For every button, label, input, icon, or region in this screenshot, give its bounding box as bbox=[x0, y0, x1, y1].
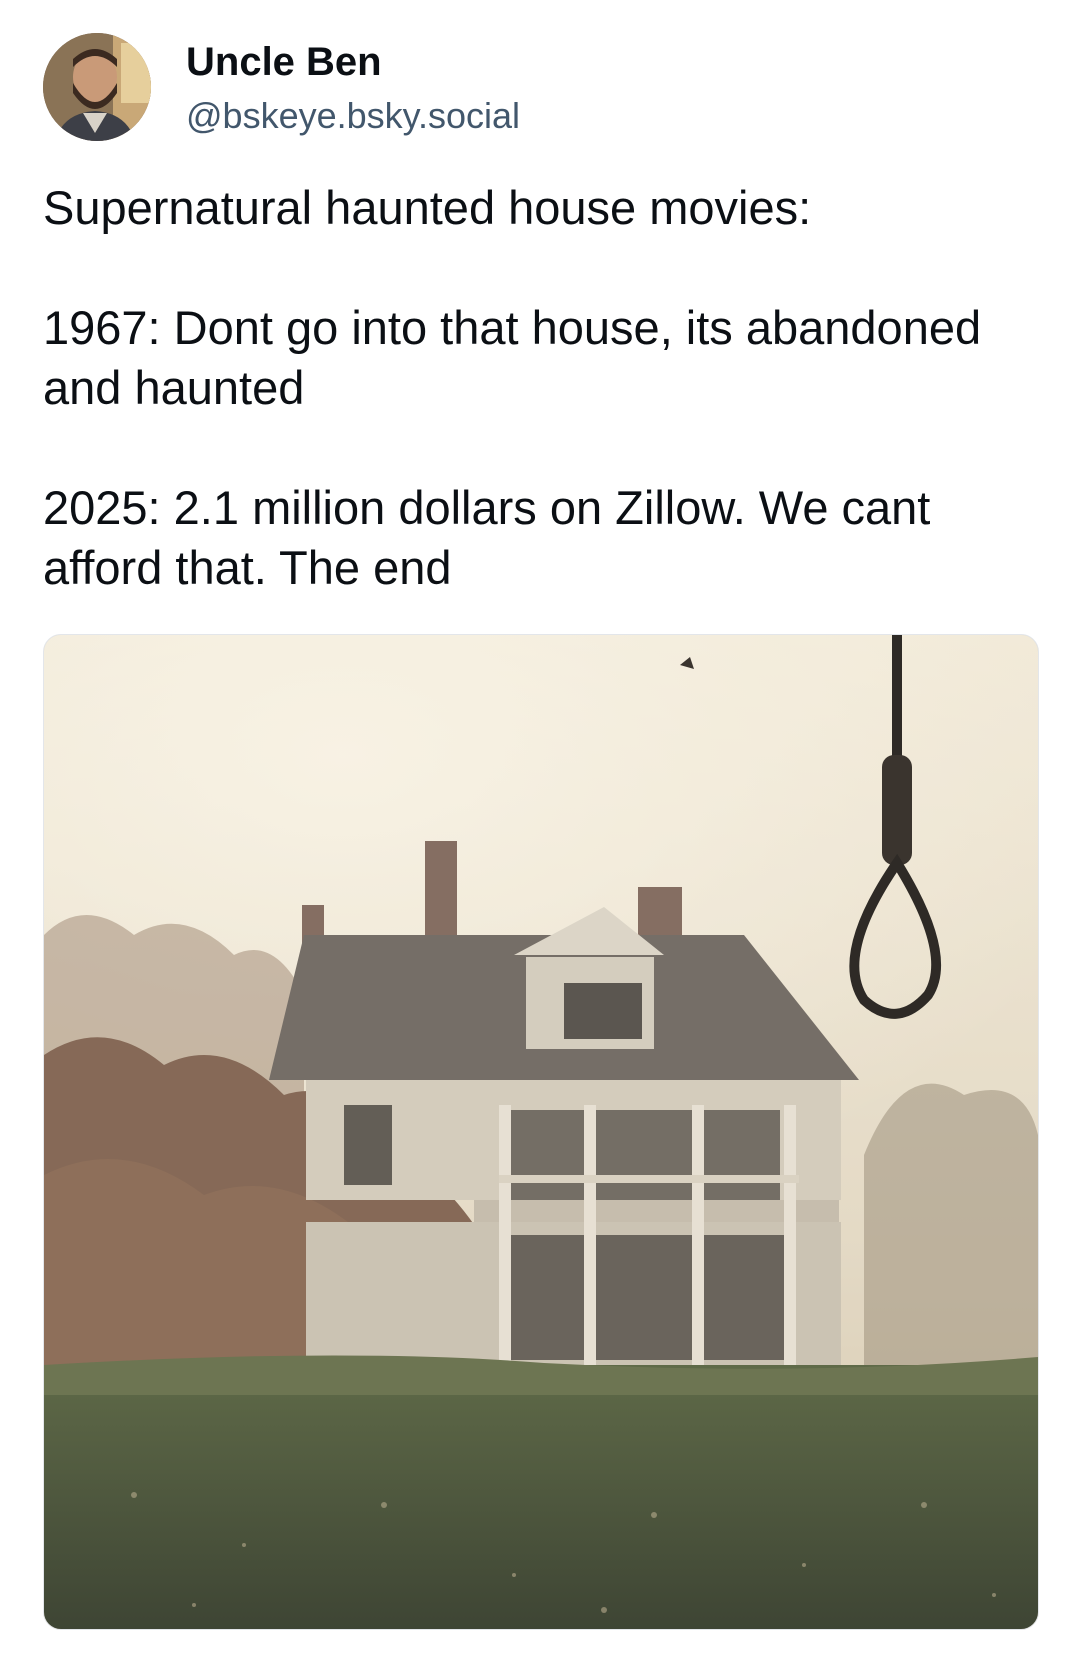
author-display-name[interactable]: Uncle Ben bbox=[186, 38, 382, 86]
post-card: Uncle Ben @bskeye.bsky.social Supernatur… bbox=[0, 0, 1080, 1657]
avatar-icon bbox=[43, 33, 151, 141]
post-paragraph: 2025: 2.1 million dollars on Zillow. We … bbox=[43, 481, 931, 594]
author-handle[interactable]: @bskeye.bsky.social bbox=[186, 94, 520, 138]
author-avatar[interactable] bbox=[43, 33, 151, 141]
haunted-house-photo-icon bbox=[44, 635, 1038, 1629]
post-body: Supernatural haunted house movies: 1967:… bbox=[43, 178, 1043, 598]
post-image[interactable] bbox=[43, 634, 1039, 1630]
post-paragraph: 1967: Dont go into that house, its aband… bbox=[43, 301, 982, 414]
post-paragraph: Supernatural haunted house movies: bbox=[43, 181, 812, 234]
